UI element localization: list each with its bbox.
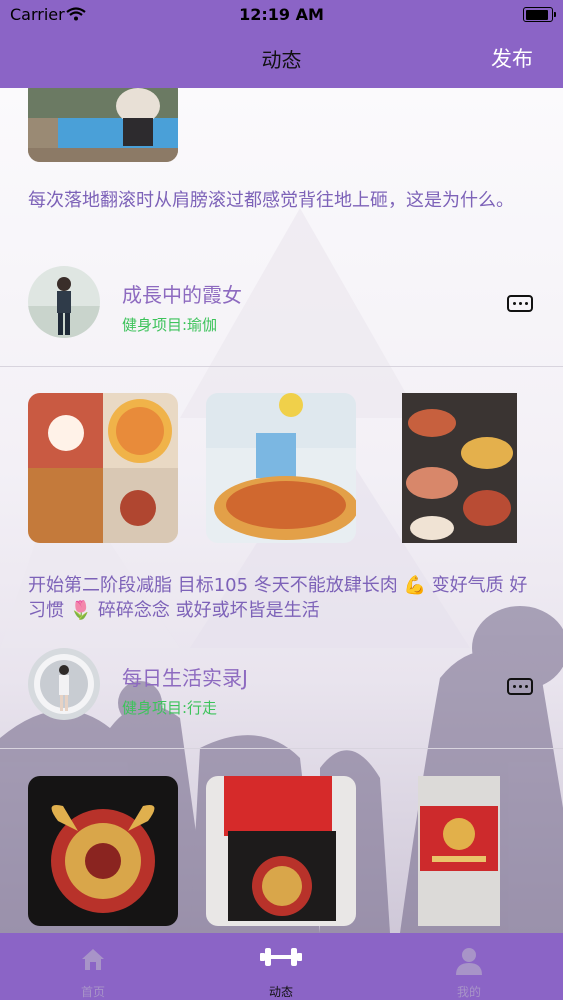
username[interactable]: 成長中的霞女 <box>122 279 242 308</box>
tab-bar: 首页 动态 我的 <box>0 933 563 1000</box>
home-icon <box>82 949 104 970</box>
divider <box>0 366 563 367</box>
battery-icon <box>523 7 556 22</box>
page-title: 动态 <box>261 48 302 72</box>
username[interactable]: 每日生活实录J <box>122 662 248 691</box>
tab-label: 我的 <box>456 985 481 999</box>
fitness-project: 健身项目:瑜伽 <box>122 316 218 334</box>
tab-label: 首页 <box>80 985 105 999</box>
tab-mine[interactable]: 我的 <box>409 933 529 1000</box>
tab-label: 动态 <box>268 985 293 999</box>
post-image[interactable] <box>402 393 517 543</box>
post-image[interactable] <box>28 393 178 543</box>
post-image[interactable] <box>28 776 178 926</box>
avatar[interactable] <box>28 266 100 338</box>
post-image[interactable] <box>206 393 356 543</box>
post-text: 开始第二阶段减脂 目标105 冬天不能放肆长肉 💪 变好气质 好习惯 🌷 碎碎念… <box>28 575 528 621</box>
navigation-bar: 动态 发布 <box>0 30 563 88</box>
post-text: 每次落地翻滚时从肩膀滚过都感觉背往地上砸，这是为什么。 <box>28 190 514 211</box>
status-time: 12:19 AM <box>239 5 324 24</box>
tab-feed[interactable]: 动态 <box>221 933 341 1000</box>
post-image[interactable] <box>206 776 356 926</box>
more-options-button[interactable] <box>507 295 533 312</box>
publish-button[interactable]: 发布 <box>491 43 533 73</box>
more-options-button[interactable] <box>507 678 533 695</box>
feed-list[interactable]: 每次落地翻滚时从肩膀滚过都感觉背往地上砸，这是为什么。 成長中的霞女 健身项目:… <box>0 88 563 933</box>
fitness-project: 健身项目:行走 <box>122 699 218 717</box>
dumbbell-icon <box>260 948 302 966</box>
status-bar: Carrier 12:19 AM <box>0 0 563 30</box>
divider <box>0 748 563 749</box>
avatar[interactable] <box>28 648 100 720</box>
post-image[interactable] <box>418 776 500 926</box>
post-image[interactable] <box>28 88 178 162</box>
person-icon <box>456 948 482 975</box>
tab-home[interactable]: 首页 <box>33 933 153 1000</box>
